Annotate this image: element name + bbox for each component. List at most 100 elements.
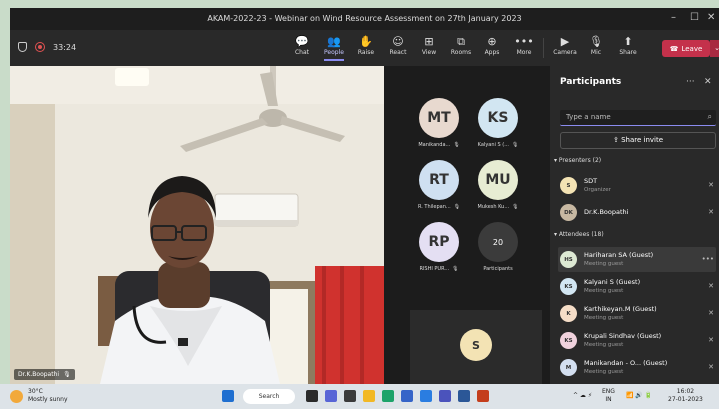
window-title: AKAM-2022-23 - Webinar on Wind Resource … <box>207 14 522 23</box>
search-input[interactable]: Type a name ⌕ <box>560 110 716 126</box>
file-explorer-icon[interactable] <box>344 390 356 402</box>
attendees-section-header[interactable]: ▾ Attendees (18) <box>554 231 604 238</box>
participant-row[interactable]: KS Krupali Sindhav (Guest) Meeting guest… <box>558 328 716 353</box>
participant-name: Hariharan SA (Guest) <box>584 251 654 259</box>
chat-icon: 💬 <box>295 35 309 48</box>
avatar: DK <box>560 204 577 221</box>
raise-hand-button[interactable]: ✋ Raise <box>348 35 384 56</box>
mic-off-icon: ✕ <box>708 336 714 344</box>
avatar: HS <box>560 251 577 268</box>
rooms-label: Rooms <box>450 49 472 56</box>
participant-name: Manikandan - O... (Guest) <box>584 359 668 367</box>
participant-count-tile[interactable]: 20 Participants <box>473 222 523 272</box>
participant-role: Meeting guest <box>584 342 624 348</box>
tile-name-text: Participants <box>483 266 513 272</box>
participant-row[interactable]: HS Hariharan SA (Guest) Meeting guest ••… <box>558 247 716 272</box>
task-view-icon[interactable] <box>306 390 318 402</box>
meeting-stage: Dr.K.Boopathi 🎙 MT Manikanda... 🎙 KS Kaly… <box>10 66 550 384</box>
view-button[interactable]: ⊞ View <box>411 35 447 56</box>
speaker-name: Dr.K.Boopathi <box>18 371 60 378</box>
shield-icon <box>18 42 27 52</box>
start-icon[interactable] <box>222 390 234 402</box>
raise-label: Raise <box>357 49 375 56</box>
clock-date: 27-01-2023 <box>668 396 703 403</box>
people-label: People <box>324 49 344 56</box>
participants-panel: Participants ··· ✕ Type a name ⌕ ⇪ Share… <box>550 66 719 384</box>
mic-button[interactable]: 🎙 Mic <box>578 35 614 56</box>
leave-dropdown-button[interactable]: ⌄ <box>710 40 719 57</box>
people-button[interactable]: 👥 People <box>316 35 352 61</box>
taskbar-search[interactable]: Search <box>243 389 295 404</box>
participant-tile[interactable]: MT Manikanda... 🎙 <box>414 98 464 148</box>
clock-time: 16:02 <box>676 388 695 395</box>
share-invite-label: Share invite <box>621 136 664 144</box>
close-icon[interactable]: ✕ <box>707 12 715 23</box>
clock[interactable]: 16:02 27-01-2023 <box>668 388 703 404</box>
presenters-section-header[interactable]: ▾ Presenters (2) <box>554 157 601 164</box>
participant-tile[interactable]: RT R. Thilepan... 🎙 <box>414 160 464 210</box>
meeting-info: 33:24 <box>18 42 76 52</box>
more-button[interactable]: ••• More <box>506 35 542 56</box>
mic-off-icon: ✕ <box>708 181 714 189</box>
language-indicator[interactable]: ENG IN <box>602 388 615 404</box>
participant-tile[interactable]: MU Mukesh Ku... 🎙 <box>473 160 523 210</box>
mic-off-icon: ✕ <box>708 309 714 317</box>
self-avatar: S <box>460 329 492 361</box>
powerpoint-icon[interactable] <box>477 390 489 402</box>
apps-button[interactable]: ⊕ Apps <box>474 35 510 56</box>
participant-name: Krupali Sindhav (Guest) <box>584 332 662 340</box>
tile-name-text: Manikanda... <box>418 142 451 148</box>
tile-name: Manikanda... 🎙 <box>414 142 464 148</box>
network-volume-icons[interactable]: 📶 🔊 🔋 <box>626 392 652 400</box>
window-titlebar: AKAM-2022-23 - Webinar on Wind Resource … <box>10 8 719 30</box>
recording-icon <box>35 42 45 52</box>
people-icon: 👥 <box>327 35 341 48</box>
avatar: MT <box>419 98 459 138</box>
tray-icons[interactable]: ^ ☁ ⚡ <box>573 392 592 400</box>
participant-row[interactable]: K Karthikeyan.M (Guest) Meeting guest ✕ <box>558 301 716 326</box>
share-invite-button[interactable]: ⇪ Share invite <box>560 132 716 149</box>
mic-off-icon: 🎙 <box>452 266 459 272</box>
apps-icon: ⊕ <box>487 35 497 48</box>
meeting-timer: 33:24 <box>53 42 77 52</box>
chat-button[interactable]: 💬 Chat <box>284 35 320 56</box>
participant-row[interactable]: DK Dr.K.Boopathi ✕ <box>558 200 716 225</box>
participant-name: Dr.K.Boopathi <box>584 208 629 216</box>
speaker-video[interactable]: Dr.K.Boopathi 🎙 <box>10 66 384 384</box>
minimize-icon[interactable]: – <box>671 12 676 23</box>
leave-button[interactable]: ☎ Leave <box>662 40 710 57</box>
teams-icon[interactable] <box>439 390 451 402</box>
tile-name-text: Kalyani S (... <box>477 142 509 148</box>
participant-role: Meeting guest <box>584 261 624 267</box>
close-panel-icon[interactable]: ✕ <box>704 77 712 87</box>
tile-name-text: RISHI PUR... <box>419 266 450 272</box>
weather-text: 30°C Mostly sunny <box>28 388 68 404</box>
share-button[interactable]: ⬆ Share <box>610 35 646 56</box>
hand-icon: ✋ <box>359 35 373 48</box>
folder-icon[interactable] <box>363 390 375 402</box>
speaker-video-image <box>10 66 384 384</box>
maximize-icon[interactable]: ☐ <box>690 12 699 23</box>
more-options-icon[interactable]: ••• <box>702 255 714 263</box>
participant-tile[interactable]: RP RISHI PUR... 🎙 <box>414 222 464 272</box>
more-options-icon[interactable]: ··· <box>686 77 695 87</box>
store-icon[interactable] <box>401 390 413 402</box>
self-tile[interactable]: S <box>410 310 542 384</box>
weather-widget[interactable]: 30°C Mostly sunny <box>10 388 68 404</box>
camera-label: Camera <box>553 49 577 56</box>
toolbar-divider <box>543 38 544 58</box>
participant-row[interactable]: M Manikandan - O... (Guest) Meeting gues… <box>558 355 716 380</box>
word-icon[interactable] <box>458 390 470 402</box>
edge-icon[interactable] <box>382 390 394 402</box>
help-icon[interactable] <box>420 390 432 402</box>
participant-row[interactable]: S SDT Organizer ✕ <box>558 173 716 198</box>
mic-off-icon: 🎙 <box>589 35 603 48</box>
teams-chat-icon[interactable] <box>325 390 337 402</box>
mic-off-icon: 🎙 <box>453 142 460 148</box>
share-tray-icon: ⬆ <box>623 35 633 48</box>
participant-row[interactable]: KS Kalyani S (Guest) Meeting guest ✕ <box>558 274 716 299</box>
participant-tile[interactable]: KS Kalyani S (... 🎙 <box>473 98 523 148</box>
mic-off-icon: 🎙 <box>511 142 519 148</box>
panel-title: Participants <box>560 77 622 87</box>
tile-name: Mukesh Ku... 🎙 <box>473 204 523 210</box>
